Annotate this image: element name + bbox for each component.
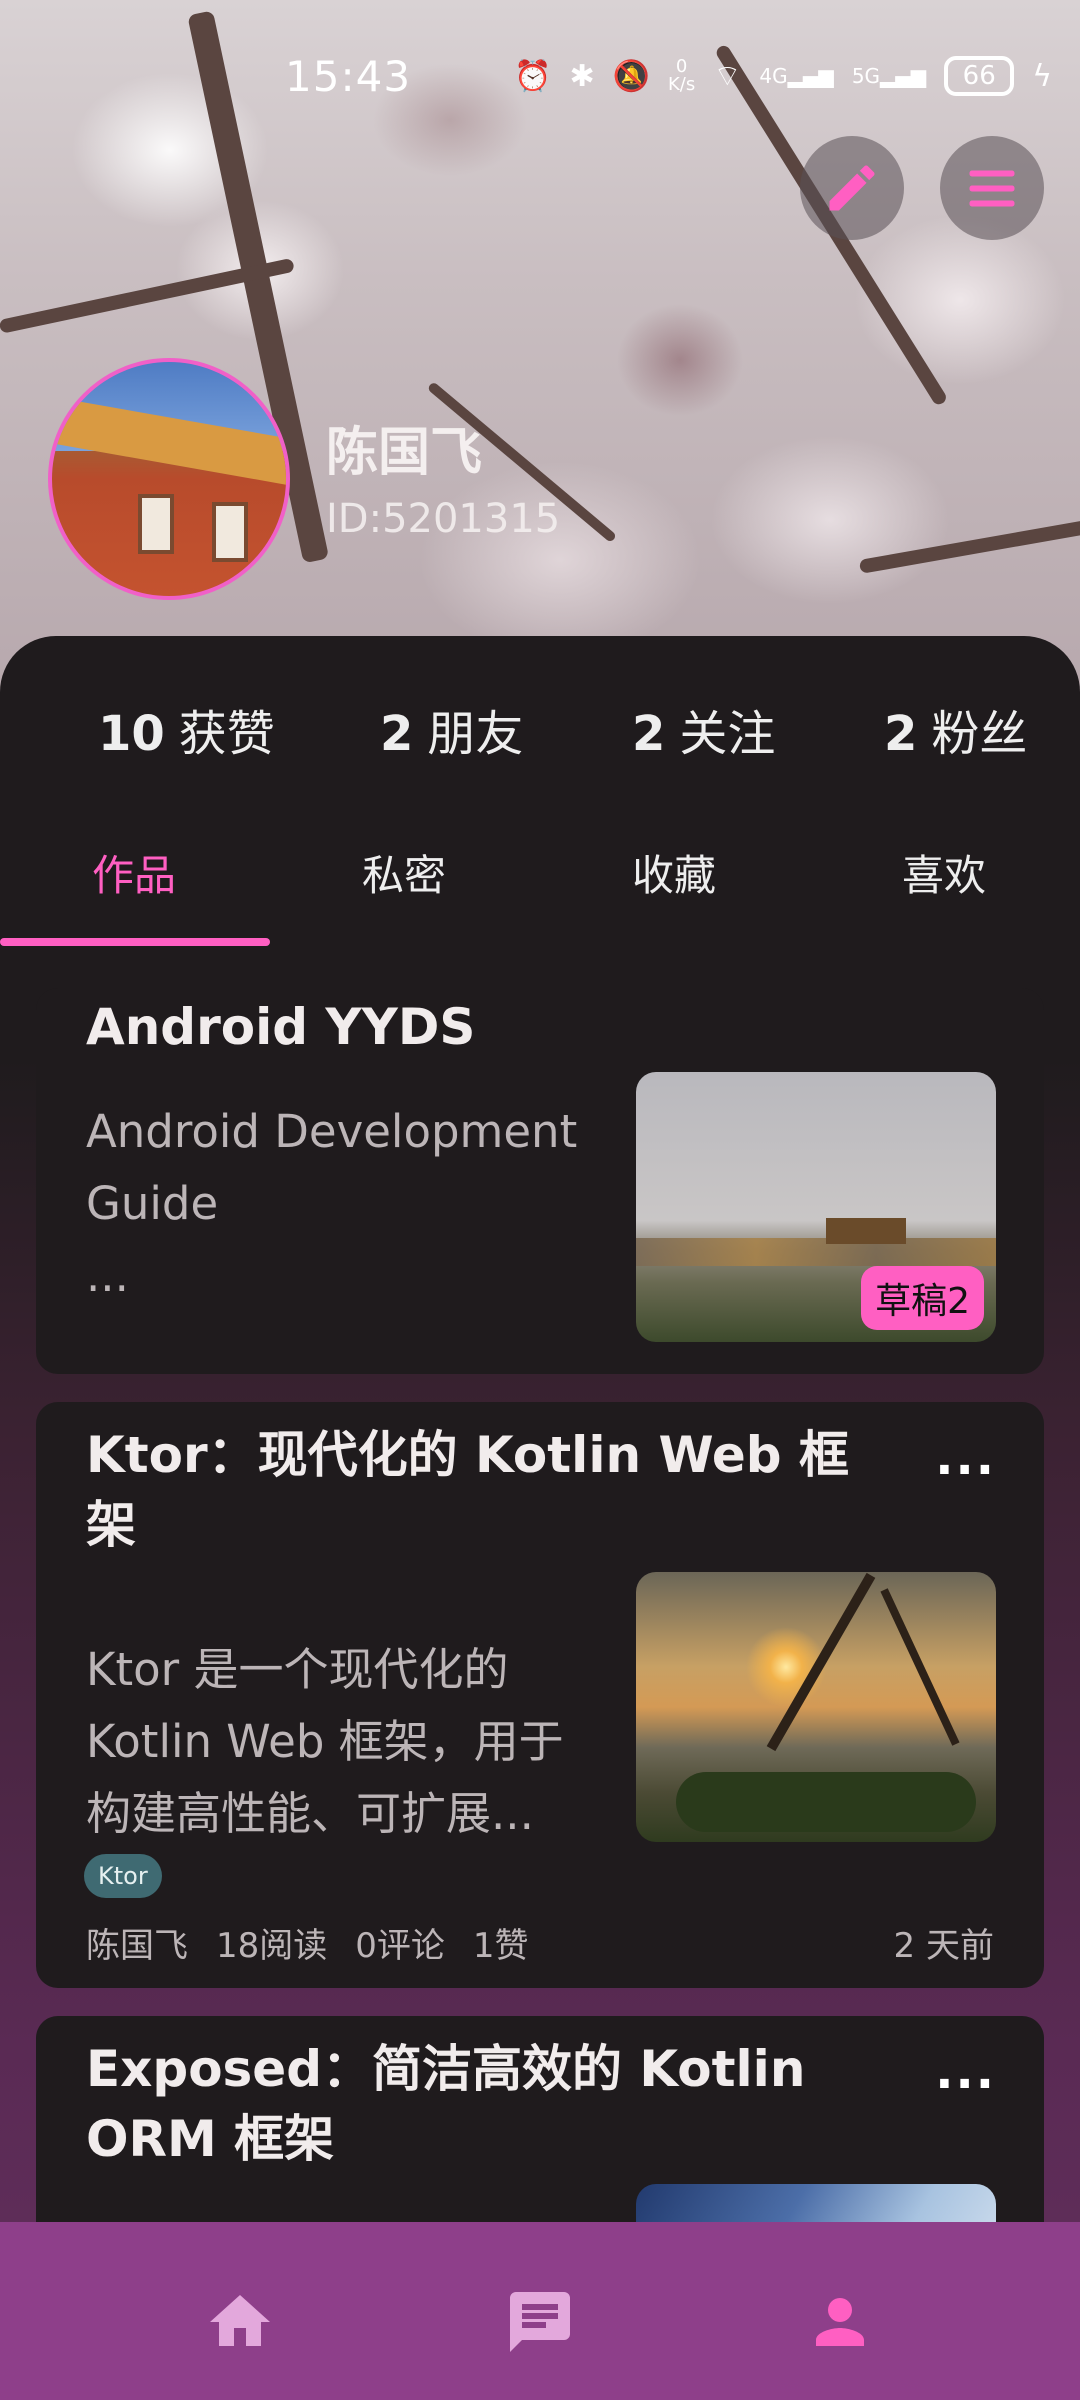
pencil-icon bbox=[829, 165, 875, 211]
article-card[interactable]: Ktor：现代化的 Kotlin Web 框架 ... Ktor 是一个现代化的… bbox=[36, 1402, 1044, 1988]
draft-badge: 草稿2 bbox=[861, 1266, 984, 1330]
tab-favorites[interactable]: 收藏 bbox=[632, 842, 716, 903]
article-card[interactable]: Exposed：简洁高效的 Kotlin ORM 框架 ... bbox=[36, 2016, 1044, 2256]
card-time: 2 天前 bbox=[893, 1926, 994, 1966]
card-author: 陈国飞 bbox=[86, 1926, 188, 1966]
bluetooth-icon: ✱ bbox=[569, 58, 595, 94]
battery-indicator: 66 bbox=[944, 56, 1015, 96]
avatar[interactable] bbox=[48, 358, 290, 600]
card-reads: 18阅读 bbox=[216, 1926, 328, 1966]
article-card[interactable]: Android YYDS Android Development Guide..… bbox=[36, 988, 1044, 1374]
card-thumbnail bbox=[636, 1572, 996, 1842]
card-thumbnail: 草稿2 bbox=[636, 1072, 996, 1342]
stat-following[interactable]: 2 关注 bbox=[632, 694, 775, 764]
tab-private[interactable]: 私密 bbox=[362, 842, 446, 903]
stat-likes[interactable]: 10 获赞 bbox=[98, 694, 275, 764]
nav-messages[interactable] bbox=[500, 2282, 580, 2362]
card-summary: Android Development Guide... bbox=[86, 1105, 578, 1302]
alarm-icon: ⏰ bbox=[514, 58, 552, 94]
bottom-navigation bbox=[0, 2222, 1080, 2400]
stat-friends[interactable]: 2 朋友 bbox=[380, 694, 523, 764]
card-meta: 陈国飞 18阅读 0评论 1赞 bbox=[86, 1918, 529, 1967]
edit-button[interactable] bbox=[800, 136, 904, 240]
person-icon bbox=[816, 2298, 864, 2346]
signal-5g: 5G▂▄▆ bbox=[851, 64, 927, 88]
card-title: Android YYDS bbox=[86, 998, 476, 1056]
nav-home[interactable] bbox=[200, 2282, 280, 2362]
net-speed: 0 K/s bbox=[667, 56, 696, 95]
status-bar: 15:43 ⏰ ✱ 🔕 0 K/s ⌔ 4G▂▄▆ 5G▂▄▆ 66 ϟ bbox=[0, 52, 1080, 108]
signal-4g: 4G▂▄▆ bbox=[759, 64, 834, 88]
card-title: Exposed：简洁高效的 Kotlin ORM 框架 bbox=[86, 2040, 806, 2168]
wifi-icon: ⌔ bbox=[713, 59, 742, 94]
stat-followers[interactable]: 2 粉丝 bbox=[884, 694, 1027, 764]
nav-profile[interactable] bbox=[800, 2282, 880, 2362]
tag-chip[interactable]: Ktor bbox=[84, 1854, 162, 1898]
tab-likes[interactable]: 喜欢 bbox=[902, 842, 986, 903]
content-tabs: 作品 私密 收藏 喜欢 bbox=[0, 842, 1080, 922]
hamburger-menu-icon bbox=[969, 170, 1015, 207]
card-comments: 0评论 bbox=[355, 1926, 445, 1966]
tab-works[interactable]: 作品 bbox=[92, 842, 176, 903]
more-options-button[interactable]: ... bbox=[935, 1430, 996, 1486]
chat-icon bbox=[510, 2292, 570, 2352]
profile-stats: 10 获赞 2 朋友 2 关注 2 粉丝 bbox=[0, 694, 1080, 764]
more-options-button[interactable]: ... bbox=[935, 2044, 996, 2100]
home-icon bbox=[210, 2295, 270, 2346]
profile-name: 陈国飞 bbox=[326, 423, 483, 483]
profile-header-background: 15:43 ⏰ ✱ 🔕 0 K/s ⌔ 4G▂▄▆ 5G▂▄▆ 66 ϟ 陈国飞… bbox=[0, 0, 1080, 700]
card-summary: Ktor 是一个现代化的 Kotlin Web 框架，用于构建高性能、可扩展..… bbox=[86, 1643, 564, 1840]
menu-button[interactable] bbox=[940, 136, 1044, 240]
card-likes: 1赞 bbox=[472, 1926, 529, 1966]
charging-icon: ϟ bbox=[1032, 58, 1052, 94]
bell-muted-icon: 🔕 bbox=[612, 58, 650, 94]
status-time: 15:43 bbox=[285, 52, 412, 101]
profile-id: ID:5201315 bbox=[326, 496, 561, 542]
active-tab-indicator bbox=[0, 938, 270, 946]
card-title: Ktor：现代化的 Kotlin Web 框架 bbox=[86, 1426, 849, 1554]
